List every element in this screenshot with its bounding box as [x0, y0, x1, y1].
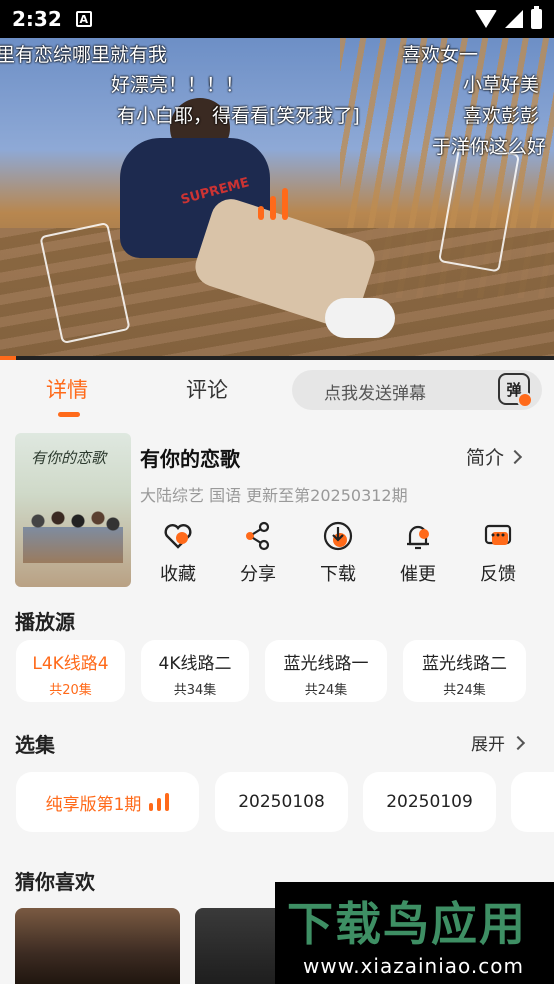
tab-comments[interactable]: 评论 [186, 374, 228, 404]
status-bar: 2:32 A [0, 0, 554, 38]
battery-icon [531, 6, 542, 29]
download-label: 下载 [320, 564, 356, 585]
share-label: 分享 [240, 564, 276, 585]
danmaku-comment: 里有恋综哪里就有我 [0, 44, 168, 66]
recommend-card[interactable] [15, 908, 180, 984]
danmaku-toggle-icon[interactable]: 弹 [498, 373, 533, 408]
poster-title: 有你的恋歌 [31, 449, 107, 467]
danmaku-input[interactable]: 点我发送弹幕 弹 [292, 370, 542, 410]
danmaku-comment: 小草好美 [463, 74, 540, 96]
download-button[interactable]: 下载 [308, 518, 368, 586]
source-name: 蓝光线路二 [422, 654, 507, 674]
show-title: 有你的恋歌 [140, 447, 240, 471]
remind-update-label: 催更 [400, 564, 436, 585]
favorite-button[interactable]: 收藏 [148, 518, 208, 586]
intro-link[interactable]: 简介 [466, 443, 523, 470]
bell-icon [400, 518, 436, 554]
tab-detail[interactable]: 详情 [46, 374, 88, 417]
download-icon [320, 518, 356, 554]
chevron-right-icon [507, 449, 523, 464]
cellular-signal-icon [505, 10, 523, 28]
chevron-right-icon [510, 735, 526, 750]
episode-item-partial[interactable] [511, 772, 554, 832]
video-person [110, 98, 395, 348]
expand-label: 展开 [471, 735, 505, 755]
share-button[interactable]: 分享 [228, 518, 288, 586]
danmaku-comment: 喜欢彭彭 [463, 105, 540, 127]
source-name: 4K线路二 [158, 654, 232, 674]
heart-icon [160, 518, 196, 554]
danmaku-comment: 有小白耶，得看看[笑死我了] [117, 105, 360, 127]
status-time: 2:32 [12, 7, 62, 31]
danmaku-comment: 喜欢女一 [402, 44, 479, 66]
source-item[interactable]: 蓝光线路一 共24集 [265, 640, 387, 702]
source-count: 共24集 [443, 683, 486, 698]
source-item[interactable]: 蓝光线路二 共24集 [403, 640, 526, 702]
feedback-button[interactable]: 反馈 [468, 518, 528, 586]
source-name: 蓝光线路一 [283, 654, 369, 674]
source-count: 共34集 [173, 683, 217, 698]
remind-update-button[interactable]: 催更 [388, 518, 448, 586]
show-poster[interactable]: 有你的恋歌 [15, 433, 131, 587]
show-meta: 大陆综艺 国语 更新至第20250312期 [140, 486, 408, 505]
status-icons [475, 6, 542, 29]
video-player[interactable]: 里有恋综哪里就有我 喜欢女一 好漂亮！！！！ 小草好美 有小白耶，得看看[笑死我… [0, 38, 554, 356]
watermark-logo: 下载鸟应用 www.xiazainiao.com [275, 882, 554, 984]
danmaku-comment: 好漂亮！！！！ [111, 74, 245, 96]
favorite-label: 收藏 [160, 564, 196, 585]
detail-tabs: 详情 评论 点我发送弹幕 弹 [0, 360, 554, 424]
episodes-title: 选集 [15, 733, 55, 757]
source-item[interactable]: 4K线路二 共34集 [141, 640, 249, 702]
play-source-title: 播放源 [15, 610, 75, 634]
source-count: 共20集 [49, 683, 92, 698]
episode-label: 纯享版第1期 [45, 794, 142, 815]
episode-item[interactable]: 20250108 [215, 772, 348, 832]
source-count: 共24集 [304, 683, 348, 698]
feedback-icon [480, 518, 516, 554]
recommend-title: 猜你喜欢 [15, 870, 95, 894]
episode-item[interactable]: 20250109 [363, 772, 496, 832]
share-icon [240, 518, 276, 554]
episode-item[interactable]: 纯享版第1期 [16, 772, 199, 832]
wifi-icon [475, 10, 497, 28]
episode-label: 20250108 [238, 792, 325, 812]
danmaku-comment: 于洋你这么好 [432, 136, 547, 158]
episode-label: 20250109 [386, 792, 473, 812]
now-playing-icon [149, 793, 170, 811]
notification-a-icon: A [75, 11, 92, 27]
recommend-card[interactable] [195, 908, 285, 984]
source-item[interactable]: L4K线路4 共20集 [16, 640, 125, 702]
watermark-url: www.xiazainiao.com [303, 954, 524, 978]
intro-label: 简介 [466, 447, 505, 469]
poster-cast [23, 503, 123, 563]
feedback-label: 反馈 [480, 564, 516, 585]
loading-indicator-icon [258, 188, 288, 220]
watermark-title: 下载鸟应用 [287, 897, 527, 951]
expand-episodes-link[interactable]: 展开 [471, 730, 526, 755]
danmaku-input-placeholder: 点我发送弹幕 [324, 384, 426, 404]
action-bar: 收藏 分享 下载 催更 反馈 [140, 518, 540, 588]
source-name: L4K线路4 [32, 654, 109, 674]
